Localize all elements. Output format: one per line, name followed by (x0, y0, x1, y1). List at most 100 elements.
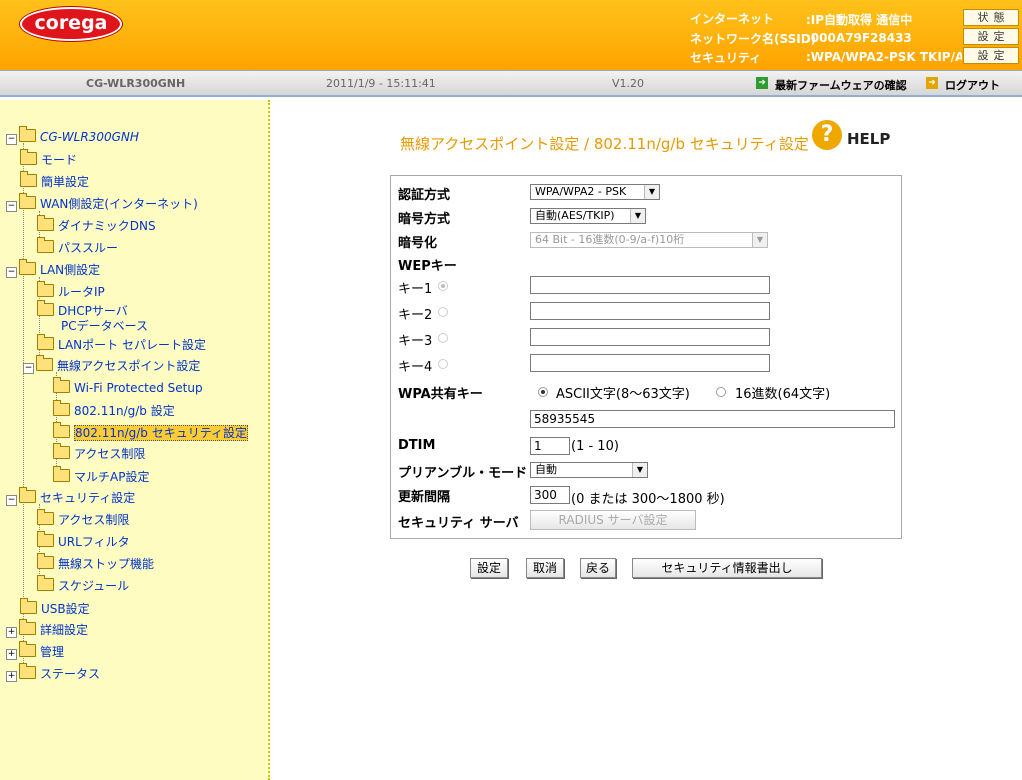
corega-logo: corega (20, 7, 122, 41)
folder-icon (19, 619, 36, 635)
folder-open-icon (36, 355, 53, 371)
expand-icon[interactable]: + (6, 649, 17, 660)
folder-open-icon (19, 259, 36, 275)
security-settings-button[interactable]: 設定 (963, 47, 1019, 64)
key1-radio[interactable] (438, 281, 448, 291)
help-link[interactable]: HELP (847, 130, 890, 148)
collapse-icon[interactable]: − (23, 363, 34, 374)
sidebar-item-wireless-access-control[interactable]: アクセス制限 (53, 443, 145, 462)
chevron-down-icon: ▼ (752, 233, 767, 247)
rekey-interval-range: (0 または 300～1800 秒) (571, 492, 725, 507)
folder-icon (53, 377, 70, 393)
auth-method-select[interactable]: WPA/WPA2 - PSK ▼ (530, 184, 660, 200)
chevron-down-icon: ▼ (632, 463, 647, 477)
expand-icon[interactable]: + (6, 671, 17, 682)
wpa-key-label: WPA共有キー (398, 387, 483, 402)
sidebar-item-passthrough[interactable]: パススルー (37, 237, 118, 256)
sidebar-item-multi-ap[interactable]: マルチAP設定 (53, 466, 149, 485)
wpa-key-input[interactable]: 58935545 (530, 410, 895, 428)
datetime: 2011/1/9 - 15:11:41 (326, 77, 436, 90)
sidebar-item-access-control[interactable]: アクセス制限 (37, 509, 129, 528)
model-name: CG-WLR300GNH (86, 77, 186, 90)
key1-label: キー1 (398, 282, 433, 297)
dtim-input[interactable]: 1 (530, 437, 570, 455)
back-button[interactable]: 戻る (580, 558, 616, 578)
collapse-icon[interactable]: − (6, 267, 17, 278)
cipher-select[interactable]: 自動(AES/TKIP) ▼ (530, 208, 646, 224)
sidebar-item-mode[interactable]: モード (20, 149, 77, 168)
folder-open-icon (19, 126, 36, 142)
sidebar-item-lan[interactable]: − LAN側設定 (6, 259, 100, 278)
folder-icon (20, 171, 37, 187)
rekey-interval-input[interactable]: 300 (530, 486, 570, 504)
sidebar-item-schedule[interactable]: スケジュール (37, 575, 129, 594)
info-bar: CG-WLR300GNH 2011/1/9 - 15:11:41 V1.20 ➜… (0, 70, 1022, 97)
sidebar-item-easy-setup[interactable]: 簡単設定 (20, 171, 89, 190)
folder-icon (20, 149, 37, 165)
sidebar-item-router-ip[interactable]: ルータIP (37, 281, 105, 300)
sidebar-item-url-filter[interactable]: URLフィルタ (37, 531, 130, 550)
key3-input[interactable] (530, 328, 770, 346)
key4-label: キー4 (398, 360, 433, 375)
sidebar-item-wireless-stop[interactable]: 無線ストップ機能 (37, 553, 154, 572)
logout-link[interactable]: ログアウト (945, 77, 1000, 93)
sidebar-item-lan-port-separate[interactable]: LANポート セパレート設定 (37, 334, 206, 353)
key3-radio[interactable] (438, 333, 448, 343)
logo-text: corega (34, 12, 108, 34)
ssid-label: ネットワーク名(SSID) (690, 32, 817, 46)
radius-server-button[interactable]: RADIUS サーバ設定 (530, 510, 696, 530)
folder-icon (19, 663, 36, 679)
chevron-down-icon: ▼ (630, 209, 645, 223)
export-security-info-button[interactable]: セキュリティ情報書出し (632, 558, 822, 578)
page-title: 無線アクセスポイント設定 / 802.11n/g/b セキュリティ設定 (400, 135, 809, 153)
folder-icon (20, 598, 37, 614)
sidebar-item-wan[interactable]: − WAN側設定(インターネット) (6, 193, 198, 212)
folder-icon (37, 281, 54, 297)
wpa-hex-radio[interactable] (716, 387, 726, 397)
key4-radio[interactable] (438, 359, 448, 369)
key4-input[interactable] (530, 354, 770, 372)
encryption-select[interactable]: 64 Bit - 16進数(0-9/a-f)10桁 ▼ (530, 232, 768, 248)
help-icon[interactable]: ? (812, 120, 842, 150)
header-bar: corega インターネット :IP自動取得 通信中 状態 ネットワーク名(SS… (0, 0, 1022, 70)
collapse-icon[interactable]: − (6, 201, 17, 212)
sidebar-item-usb[interactable]: USB設定 (20, 598, 90, 617)
firmware-version: V1.20 (612, 77, 645, 90)
folder-icon (37, 334, 54, 350)
expand-icon[interactable]: + (6, 627, 17, 638)
folder-icon (37, 215, 54, 231)
ssid-settings-button[interactable]: 設定 (963, 28, 1019, 45)
folder-icon (37, 300, 54, 316)
folder-icon (53, 443, 70, 459)
wpa-ascii-label: ASCII文字(8～63文字) (556, 387, 690, 402)
collapse-icon[interactable]: − (6, 134, 17, 145)
sidebar-item-security[interactable]: − セキュリティ設定 (6, 487, 135, 506)
key1-input[interactable] (530, 276, 770, 294)
folder-open-icon (19, 487, 36, 503)
wpa-ascii-radio[interactable] (538, 387, 548, 397)
apply-button[interactable]: 設定 (470, 558, 508, 578)
sidebar-item-status[interactable]: + ステータス (6, 663, 100, 682)
sidebar-item-ddns[interactable]: ダイナミックDNS (37, 215, 156, 234)
collapse-icon[interactable]: − (6, 495, 17, 506)
key2-radio[interactable] (438, 307, 448, 317)
folder-open-icon (53, 422, 70, 438)
sidebar-item-dhcp[interactable]: DHCPサーバ PCデータベース (37, 300, 148, 334)
firmware-check-link[interactable]: 最新ファームウェアの確認 (775, 77, 907, 93)
rekey-interval-label: 更新間隔 (398, 490, 451, 505)
key2-input[interactable] (530, 302, 770, 320)
sidebar-item-80211-settings[interactable]: 802.11n/g/b 設定 (53, 400, 175, 419)
sidebar-item-advanced[interactable]: + 詳細設定 (6, 619, 88, 638)
internet-status-button[interactable]: 状態 (963, 9, 1019, 26)
sidebar-item-80211-security[interactable]: 802.11n/g/b セキュリティ設定 (53, 422, 249, 441)
wep-key-label: WEPキー (398, 259, 457, 274)
sidebar-item-wps[interactable]: Wi-Fi Protected Setup (53, 377, 203, 395)
security-server-label: セキュリティ サーバ (398, 516, 519, 531)
sidebar-item-admin[interactable]: + 管理 (6, 641, 64, 660)
sidebar-item-root[interactable]: − CG-WLR300GNH (6, 126, 139, 145)
sidebar-item-wireless-ap[interactable]: − 無線アクセスポイント設定 (23, 355, 200, 374)
cancel-button[interactable]: 取消 (526, 558, 564, 578)
arrow-right-icon: ➜ (756, 77, 768, 89)
chevron-down-icon: ▼ (644, 185, 659, 199)
preamble-select[interactable]: 自動 ▼ (530, 462, 648, 478)
